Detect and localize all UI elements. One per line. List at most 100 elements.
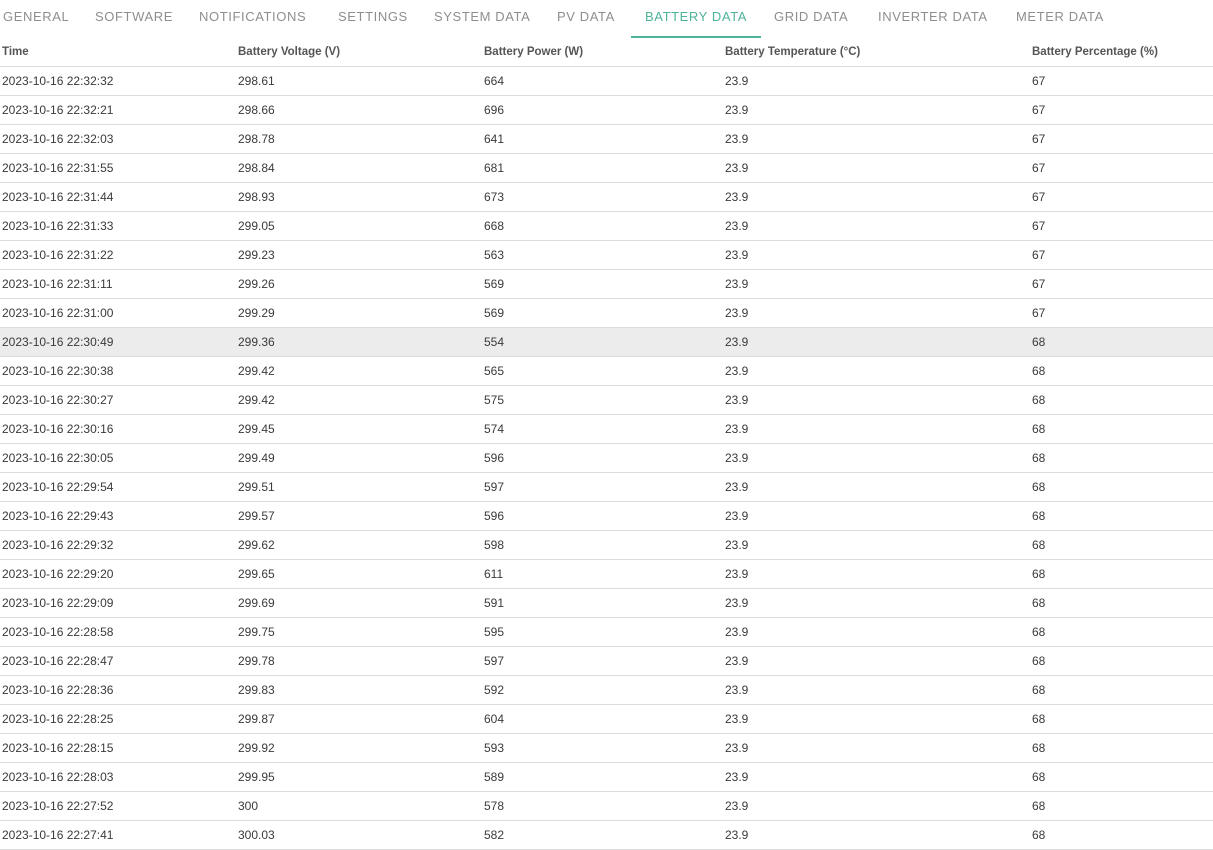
temperature-cell: 23.9 [723,211,1030,241]
temperature-cell: 23.9 [723,733,1030,763]
table-row[interactable]: 2023-10-16 22:29:09 299.69 591 23.9 68 [0,588,1213,618]
power-cell: 597 [482,472,723,502]
table-row[interactable]: 2023-10-16 22:31:00 299.29 569 23.9 67 [0,298,1213,328]
table-row[interactable]: 2023-10-16 22:32:03 298.78 641 23.9 67 [0,124,1213,154]
tab-meter-data[interactable]: METER DATA [1016,0,1104,36]
table-row[interactable]: 2023-10-16 22:28:47 299.78 597 23.9 68 [0,646,1213,676]
power-cell: 565 [482,356,723,386]
temperature-cell: 23.9 [723,124,1030,154]
percentage-cell: 68 [1030,443,1213,473]
column-header-percentage[interactable]: Battery Percentage (%) [1030,38,1213,67]
table-row[interactable]: 2023-10-16 22:31:33 299.05 668 23.9 67 [0,211,1213,241]
table-row[interactable]: 2023-10-16 22:30:16 299.45 574 23.9 68 [0,414,1213,444]
tab-battery-data[interactable]: BATTERY DATA [631,0,762,38]
voltage-cell: 299.36 [236,327,482,357]
time-cell: 2023-10-16 22:27:52 [0,791,236,821]
table-row[interactable]: 2023-10-16 22:31:11 299.26 569 23.9 67 [0,269,1213,299]
tab-notifications[interactable]: NOTIFICATIONS [199,0,306,36]
percentage-cell: 68 [1030,617,1213,647]
table-row[interactable]: 2023-10-16 22:29:54 299.51 597 23.9 68 [0,472,1213,502]
table-row[interactable]: 2023-10-16 22:31:44 298.93 673 23.9 67 [0,182,1213,212]
table-row[interactable]: 2023-10-16 22:28:58 299.75 595 23.9 68 [0,617,1213,647]
temperature-cell: 23.9 [723,385,1030,415]
voltage-cell: 299.87 [236,704,482,734]
time-cell: 2023-10-16 22:28:36 [0,675,236,705]
voltage-cell: 299.29 [236,298,482,328]
temperature-cell: 23.9 [723,559,1030,589]
table-row[interactable]: 2023-10-16 22:28:03 299.95 589 23.9 68 [0,762,1213,792]
tab-system-data[interactable]: SYSTEM DATA [434,0,530,36]
voltage-cell: 299.83 [236,675,482,705]
tab-settings[interactable]: SETTINGS [338,0,408,36]
voltage-cell: 298.93 [236,182,482,212]
percentage-cell: 68 [1030,820,1213,850]
column-header-time[interactable]: Time [0,38,236,67]
table-row[interactable]: 2023-10-16 22:27:52 300 578 23.9 68 [0,791,1213,821]
table-row[interactable]: 2023-10-16 22:32:32 298.61 664 23.9 67 [0,66,1213,96]
time-cell: 2023-10-16 22:29:20 [0,559,236,589]
percentage-cell: 67 [1030,66,1213,96]
power-cell: 554 [482,327,723,357]
time-cell: 2023-10-16 22:28:58 [0,617,236,647]
table-row[interactable]: 2023-10-16 22:27:41 300.03 582 23.9 68 [0,820,1213,850]
voltage-cell: 300 [236,791,482,821]
percentage-cell: 68 [1030,733,1213,763]
voltage-cell: 299.26 [236,269,482,299]
percentage-cell: 67 [1030,240,1213,270]
tab-bar: GENERAL SOFTWARE NOTIFICATIONS SETTINGS … [0,0,1213,38]
tab-pv-data[interactable]: PV DATA [557,0,615,36]
table-row[interactable]: 2023-10-16 22:30:49 299.36 554 23.9 68 [0,327,1213,357]
table-row[interactable]: 2023-10-16 22:28:15 299.92 593 23.9 68 [0,733,1213,763]
percentage-cell: 68 [1030,646,1213,676]
table-header-row: Time Battery Voltage (V) Battery Power (… [0,38,1213,67]
table-row[interactable]: 2023-10-16 22:31:55 298.84 681 23.9 67 [0,153,1213,183]
percentage-cell: 68 [1030,501,1213,531]
power-cell: 598 [482,530,723,560]
temperature-cell: 23.9 [723,443,1030,473]
power-cell: 575 [482,385,723,415]
table-row[interactable]: 2023-10-16 22:29:20 299.65 611 23.9 68 [0,559,1213,589]
time-cell: 2023-10-16 22:27:41 [0,820,236,850]
power-cell: 664 [482,66,723,96]
tab-software[interactable]: SOFTWARE [95,0,173,36]
tab-grid-data[interactable]: GRID DATA [774,0,848,36]
percentage-cell: 68 [1030,414,1213,444]
table-row[interactable]: 2023-10-16 22:32:21 298.66 696 23.9 67 [0,95,1213,125]
table-row[interactable]: 2023-10-16 22:30:38 299.42 565 23.9 68 [0,356,1213,386]
voltage-cell: 299.65 [236,559,482,589]
percentage-cell: 67 [1030,95,1213,125]
column-header-temperature[interactable]: Battery Temperature (°C) [723,38,1030,67]
column-header-power[interactable]: Battery Power (W) [482,38,723,67]
voltage-cell: 299.05 [236,211,482,241]
time-cell: 2023-10-16 22:32:21 [0,95,236,125]
time-cell: 2023-10-16 22:30:27 [0,385,236,415]
percentage-cell: 67 [1030,124,1213,154]
time-cell: 2023-10-16 22:29:32 [0,530,236,560]
time-cell: 2023-10-16 22:31:44 [0,182,236,212]
voltage-cell: 299.62 [236,530,482,560]
voltage-cell: 299.42 [236,385,482,415]
power-cell: 611 [482,559,723,589]
time-cell: 2023-10-16 22:32:03 [0,124,236,154]
percentage-cell: 68 [1030,356,1213,386]
table-row[interactable]: 2023-10-16 22:30:27 299.42 575 23.9 68 [0,385,1213,415]
percentage-cell: 67 [1030,153,1213,183]
table-row[interactable]: 2023-10-16 22:31:22 299.23 563 23.9 67 [0,240,1213,270]
table-row[interactable]: 2023-10-16 22:28:25 299.87 604 23.9 68 [0,704,1213,734]
table-row[interactable]: 2023-10-16 22:28:36 299.83 592 23.9 68 [0,675,1213,705]
time-cell: 2023-10-16 22:30:49 [0,327,236,357]
time-cell: 2023-10-16 22:30:16 [0,414,236,444]
column-header-voltage[interactable]: Battery Voltage (V) [236,38,482,67]
time-cell: 2023-10-16 22:31:00 [0,298,236,328]
table-row[interactable]: 2023-10-16 22:30:05 299.49 596 23.9 68 [0,443,1213,473]
table-row[interactable]: 2023-10-16 22:29:43 299.57 596 23.9 68 [0,501,1213,531]
power-cell: 563 [482,240,723,270]
power-cell: 593 [482,733,723,763]
table-row[interactable]: 2023-10-16 22:29:32 299.62 598 23.9 68 [0,530,1213,560]
power-cell: 569 [482,269,723,299]
time-cell: 2023-10-16 22:28:15 [0,733,236,763]
tab-general[interactable]: GENERAL [3,0,69,36]
tab-inverter-data[interactable]: INVERTER DATA [878,0,988,36]
time-cell: 2023-10-16 22:30:05 [0,443,236,473]
power-cell: 596 [482,501,723,531]
